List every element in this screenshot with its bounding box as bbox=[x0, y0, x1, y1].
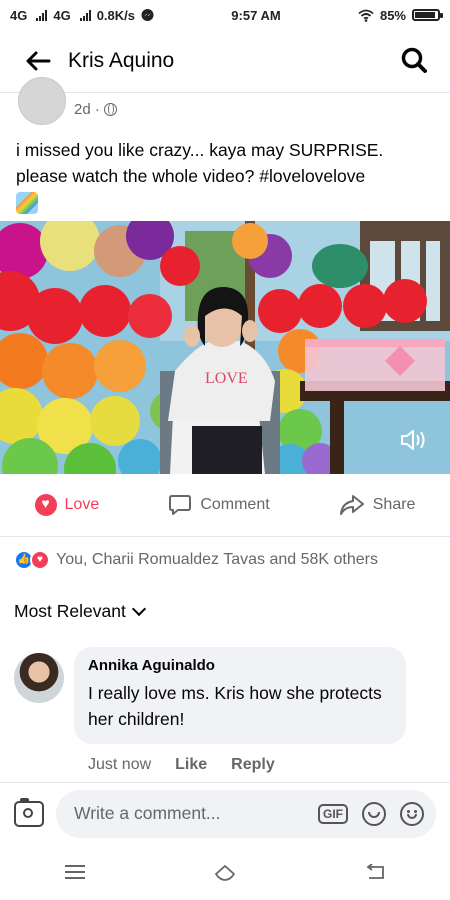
messenger-notification-icon bbox=[141, 8, 154, 21]
comment-text: I really love ms. Kris how she protects … bbox=[88, 683, 382, 729]
love-reaction-icon bbox=[34, 494, 57, 516]
system-nav-bar bbox=[0, 844, 450, 900]
comment-button[interactable]: Comment bbox=[168, 494, 270, 516]
battery-icon bbox=[412, 9, 443, 21]
back-icon[interactable] bbox=[365, 864, 385, 880]
menu-icon[interactable] bbox=[65, 865, 85, 879]
post-time-text: 2d · bbox=[74, 100, 100, 118]
comment-input-box: GIF bbox=[56, 789, 436, 838]
comment-author[interactable]: Annika Aguinaldo bbox=[88, 657, 392, 674]
hoodie-text: LOVE bbox=[205, 370, 248, 387]
globe-icon bbox=[103, 102, 117, 116]
comment-item: Annika Aguinaldo I really love ms. Kris … bbox=[0, 639, 450, 744]
share-button[interactable]: Share bbox=[339, 494, 416, 516]
home-icon[interactable] bbox=[215, 862, 235, 882]
emoji-icon[interactable] bbox=[400, 801, 424, 826]
status-left: 4G 4G 0.8K/s bbox=[10, 8, 154, 23]
page-title: Kris Aquino bbox=[68, 49, 175, 72]
sticker-icon[interactable] bbox=[362, 801, 386, 826]
top-bar: Kris Aquino bbox=[0, 30, 450, 93]
author-avatar[interactable] bbox=[18, 77, 66, 125]
commenter-avatar[interactable] bbox=[14, 653, 64, 703]
post-video[interactable]: LOVE bbox=[0, 221, 450, 474]
post-time: 2d · bbox=[74, 101, 117, 118]
chevron-down-icon bbox=[131, 601, 146, 616]
network-speed: 0.8K/s bbox=[96, 7, 135, 23]
network-1: 4G bbox=[10, 7, 28, 23]
search-icon[interactable] bbox=[396, 43, 432, 79]
comment-label: Comment bbox=[200, 496, 270, 513]
comment-input[interactable] bbox=[72, 802, 304, 825]
share-icon bbox=[339, 495, 364, 515]
love-label: Love bbox=[64, 496, 100, 513]
network-2: 4G bbox=[53, 7, 71, 23]
post-actions: Love Comment Share bbox=[0, 474, 450, 537]
comment-icon bbox=[169, 495, 192, 515]
love-reaction-icon: ♥ bbox=[30, 550, 50, 570]
signal-icon bbox=[36, 9, 48, 21]
post-body: i missed you like crazy... kaya may SURP… bbox=[16, 140, 384, 186]
comment-actions: Just now Like Reply bbox=[0, 744, 450, 774]
reaction-icons: 👍 ♥ bbox=[14, 550, 50, 570]
comment-composer: GIF bbox=[0, 782, 450, 844]
camera-icon[interactable] bbox=[14, 797, 44, 827]
comments-sort-label: Most Relevant bbox=[14, 600, 126, 621]
comment-time: Just now bbox=[88, 756, 152, 773]
comment-like-button[interactable]: Like bbox=[175, 756, 207, 774]
battery-percent: 85% bbox=[379, 7, 406, 23]
rainbow-emoji-icon bbox=[16, 192, 38, 215]
love-button[interactable]: Love bbox=[34, 494, 100, 516]
reactions-summary[interactable]: 👍 ♥ You, Charii Romualdez Tavas and 58K … bbox=[0, 537, 450, 583]
post-meta: 2d · bbox=[0, 77, 450, 125]
clock: 9:57 AM bbox=[231, 7, 281, 23]
sound-icon[interactable] bbox=[398, 426, 432, 454]
post-text: i missed you like crazy... kaya may SURP… bbox=[0, 125, 450, 221]
share-label: Share bbox=[372, 496, 416, 513]
video-frame: LOVE bbox=[0, 221, 450, 474]
comment-bubble[interactable]: Annika Aguinaldo I really love ms. Kris … bbox=[74, 647, 406, 744]
back-arrow-icon[interactable] bbox=[18, 50, 58, 72]
battery-fill bbox=[415, 12, 436, 18]
comment-reply-button[interactable]: Reply bbox=[231, 756, 275, 774]
gif-button[interactable]: GIF bbox=[318, 803, 348, 824]
comments-sort-dropdown[interactable]: Most Relevant bbox=[0, 583, 450, 639]
status-bar: 4G 4G 0.8K/s 9:57 AM 85% bbox=[0, 0, 450, 30]
reactions-text: You, Charii Romualdez Tavas and 58K othe… bbox=[56, 551, 378, 568]
wifi-icon bbox=[358, 9, 374, 22]
signal-icon bbox=[79, 9, 91, 21]
status-right: 85% bbox=[358, 7, 443, 23]
